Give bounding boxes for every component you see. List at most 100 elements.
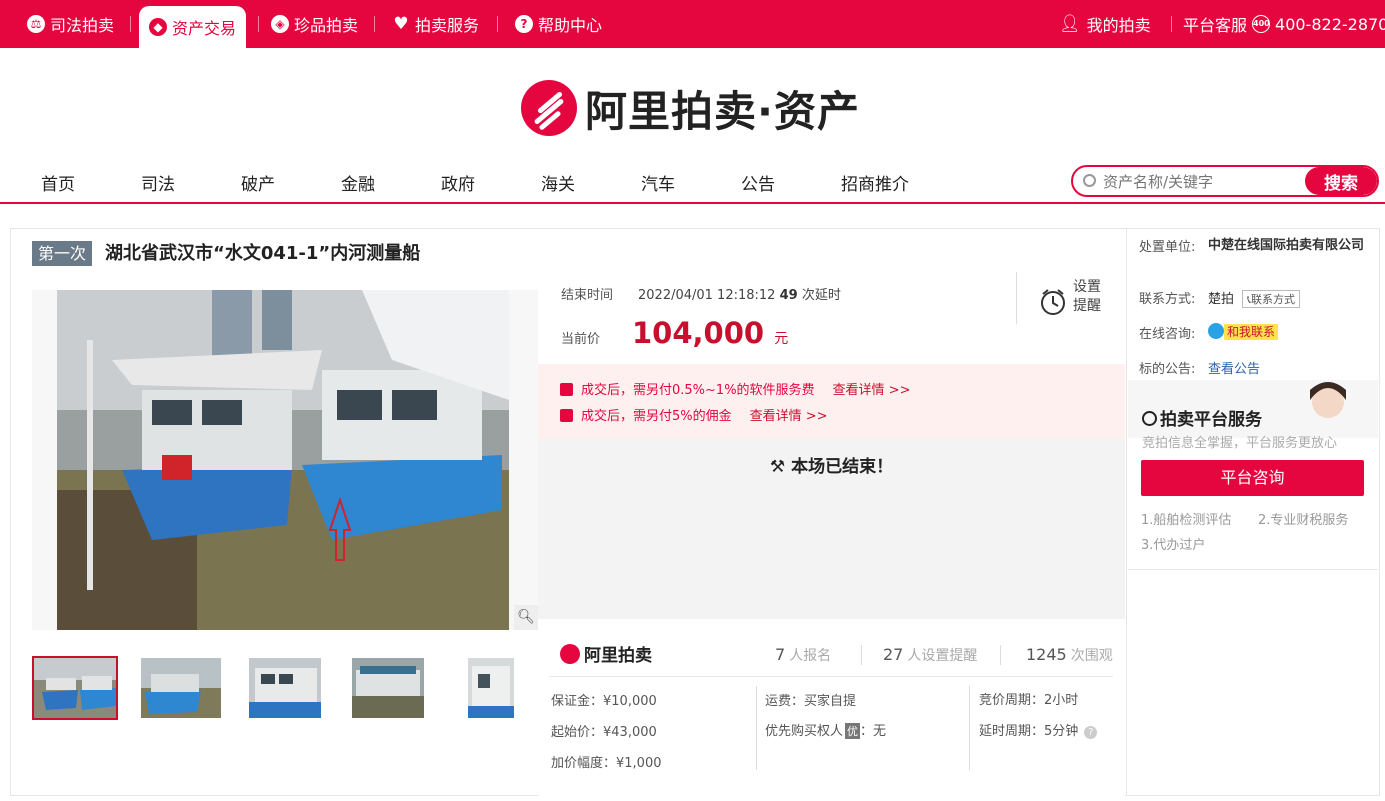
service-item: 2.专业财税服务 [1258, 513, 1349, 528]
site-logo[interactable]: 阿里拍卖·资产 [521, 80, 860, 136]
current-price-label: 当前价 [561, 332, 601, 347]
auction-logo-icon [560, 643, 580, 664]
service-agent-image [1302, 382, 1352, 438]
auction-ended-text: ⚒ 本场已结束！ [769, 457, 894, 477]
org-label: 处置单位: [1139, 240, 1196, 255]
gift-icon [560, 409, 573, 422]
platform-consult-button[interactable]: 平台咨询 [1141, 460, 1364, 496]
nav-investment[interactable]: 招商推介 [841, 170, 909, 195]
main-photo[interactable] [32, 290, 538, 630]
nav-government[interactable]: 政府 [441, 170, 475, 195]
heart-icon: ♥ [393, 14, 409, 34]
divider [258, 16, 259, 32]
search-icon [1083, 174, 1096, 187]
service-subtitle: 竞拍信息全掌握，平台服务更放心 [1142, 436, 1338, 451]
thumb-photo [141, 658, 221, 718]
treasure-icon: ◈ [271, 15, 289, 33]
thumbnail-2[interactable] [141, 658, 221, 718]
shipping: 运费：买家自提 [765, 694, 857, 709]
divider [130, 16, 131, 32]
service-item: 1.船舶检测评估 [1141, 513, 1232, 528]
nav-judicial[interactable]: 司法 [141, 170, 175, 195]
thumb-photo [468, 658, 514, 718]
bid-period: 竞价周期：2小时 [979, 693, 1079, 708]
end-time-label: 结束时间 [561, 288, 614, 303]
thumbnail-4[interactable] [352, 658, 424, 718]
thumbnail-1[interactable] [32, 656, 118, 720]
nav-finance[interactable]: 金融 [341, 170, 375, 195]
notice-label: 标的公告: [1139, 362, 1196, 377]
nav-customs[interactable]: 海关 [541, 170, 575, 195]
chat-icon [1208, 323, 1224, 339]
service-item: 3.代办过户 [1141, 538, 1206, 553]
divider [969, 686, 970, 770]
nav-auto[interactable]: 汽车 [641, 170, 675, 195]
nav-bankruptcy[interactable]: 破产 [241, 170, 275, 195]
user-icon: 👤︎ [1059, 14, 1081, 34]
contact-me-button[interactable]: 和我联系 [1208, 323, 1279, 340]
divider [1171, 16, 1172, 32]
topnav-asset[interactable]: ◆ 资产交易 [139, 6, 247, 48]
asset-icon: ◆ [149, 18, 167, 36]
zoom-icon[interactable]: 🔍︎ [514, 605, 538, 630]
bid-increment: 加价幅度：¥1,000 [551, 756, 662, 771]
my-auction-link[interactable]: 👤︎ 我的拍卖 [1059, 0, 1151, 48]
service-title: 拍卖平台服务 [1142, 405, 1262, 430]
start-price: 起始价：¥43,000 [551, 725, 657, 740]
contact-info-button[interactable]: 📞︎联系方式 [1242, 290, 1301, 308]
topnav-treasure[interactable]: ◈ 珍品拍卖 [271, 0, 358, 48]
delay-count: 49 [779, 288, 798, 303]
contact-value: 楚拍 📞︎联系方式 [1208, 288, 1301, 308]
view-details-link[interactable]: 查看详情 >> [833, 383, 911, 398]
gift-icon [560, 383, 573, 396]
view-notice-link[interactable]: 查看公告 [1208, 358, 1260, 377]
divider [497, 16, 498, 32]
boat-photo [57, 290, 509, 630]
fee-notice-row: 成交后，需另付0.5%~1%的软件服务费 查看详情 >> [560, 379, 910, 398]
search-box: 搜索 [1071, 165, 1379, 197]
end-time-value: 2022/04/01 12:18:12 49 次延时 [638, 288, 841, 303]
thumbnail-3[interactable] [249, 658, 321, 718]
round-badge: 第一次 [32, 241, 93, 266]
search-input[interactable] [1103, 171, 1303, 193]
fee-notice-row: 成交后，需另付5%的佣金 查看详情 >> [560, 405, 828, 424]
thumb-photo [352, 658, 424, 718]
divider [861, 645, 862, 665]
fee-notice: 成交后，需另付0.5%~1%的软件服务费 查看详情 >> 成交后，需另付5%的佣金… [538, 364, 1125, 438]
set-reminder-button[interactable]: 设置 提醒 [1016, 272, 1126, 324]
divider [550, 676, 1113, 677]
brand-logo: 阿里拍卖 [560, 641, 652, 666]
priority-buyer: 优先购买权人优：无 [765, 723, 887, 739]
thumbnail-5[interactable] [468, 658, 514, 718]
view-count: 1245 次围观 [1026, 645, 1113, 664]
nav-announcement[interactable]: 公告 [741, 170, 775, 195]
auction-logo-icon [521, 80, 577, 136]
divider [756, 686, 757, 770]
search-button[interactable]: 搜索 [1305, 167, 1377, 195]
divider [1000, 645, 1001, 665]
alarm-clock-icon [1041, 289, 1065, 315]
auction-ended-panel: ⚒ 本场已结束！ [538, 438, 1125, 619]
topnav-judicial[interactable]: ⚖ 司法拍卖 [27, 0, 114, 48]
nav-home[interactable]: 首页 [41, 170, 75, 195]
deposit: 保证金：¥10,000 [551, 694, 657, 709]
signup-count: 7 人报名 [775, 645, 832, 664]
current-price: 104,000 元 [632, 316, 789, 350]
divider [374, 16, 375, 32]
thumb-photo [34, 658, 116, 718]
gavel-icon: ⚒ [769, 457, 786, 477]
delay-period: 延时周期：5分钟? [979, 720, 1098, 739]
thumb-photo [249, 658, 321, 718]
org-value: 中楚在线国际拍卖有限公司 [1208, 238, 1365, 253]
customer-service-link[interactable]: 平台客服 400 400-822-2870 [1183, 0, 1385, 48]
help-icon: ? [515, 15, 533, 33]
view-details-link[interactable]: 查看详情 >> [750, 409, 828, 424]
auction-logo-icon [1142, 411, 1157, 426]
topnav-service[interactable]: ♥ 拍卖服务 [392, 0, 479, 48]
logo-text: 阿里拍卖·资产 [585, 86, 860, 136]
topnav-help[interactable]: ? 帮助中心 [515, 0, 602, 48]
phone-icon: 400 [1252, 15, 1271, 33]
reminder-label: 设置 提醒 [1073, 279, 1101, 314]
help-icon[interactable]: ? [1084, 726, 1098, 739]
contact-label: 联系方式: [1139, 292, 1196, 307]
